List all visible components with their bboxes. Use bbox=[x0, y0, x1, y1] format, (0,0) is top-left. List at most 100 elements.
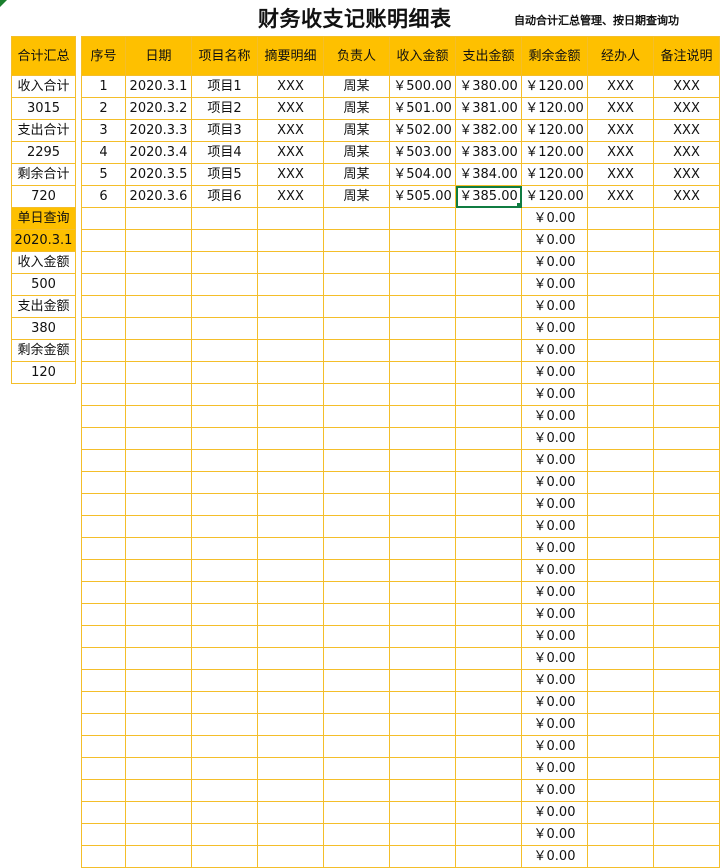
handler-cell[interactable] bbox=[588, 758, 654, 780]
person-in-charge-cell[interactable] bbox=[324, 714, 390, 736]
remarks-cell[interactable] bbox=[654, 692, 720, 714]
remarks-cell[interactable]: XXX bbox=[654, 76, 720, 98]
remarks-cell[interactable]: XXX bbox=[654, 164, 720, 186]
handler-cell[interactable] bbox=[588, 714, 654, 736]
balance-amount-cell[interactable]: ￥0.00 bbox=[522, 252, 588, 274]
person-in-charge-cell[interactable] bbox=[324, 692, 390, 714]
handler-cell[interactable] bbox=[588, 208, 654, 230]
header-balance-amount[interactable]: 剩余金额 bbox=[522, 36, 588, 76]
remarks-cell[interactable] bbox=[654, 340, 720, 362]
date-cell[interactable] bbox=[126, 692, 192, 714]
person-in-charge-cell[interactable]: 周某 bbox=[324, 120, 390, 142]
balance-amount-cell[interactable]: ￥0.00 bbox=[522, 428, 588, 450]
date-cell[interactable] bbox=[126, 582, 192, 604]
expense-amount-cell[interactable] bbox=[456, 362, 522, 384]
project-name-cell[interactable] bbox=[192, 802, 258, 824]
serial-cell[interactable] bbox=[81, 780, 126, 802]
serial-cell[interactable] bbox=[81, 714, 126, 736]
income-amount-cell[interactable] bbox=[390, 824, 456, 846]
person-in-charge-cell[interactable]: 周某 bbox=[324, 76, 390, 98]
balance-amount-cell[interactable]: ￥0.00 bbox=[522, 274, 588, 296]
summary-detail-cell[interactable] bbox=[258, 230, 324, 252]
header-project-name[interactable]: 项目名称 bbox=[192, 36, 258, 76]
date-cell[interactable] bbox=[126, 670, 192, 692]
summary-detail-cell[interactable] bbox=[258, 758, 324, 780]
expense-amount-cell[interactable] bbox=[456, 802, 522, 824]
expense-amount-cell[interactable] bbox=[456, 560, 522, 582]
balance-total-value[interactable]: 720 bbox=[11, 186, 76, 208]
serial-cell[interactable]: 5 bbox=[81, 164, 126, 186]
summary-detail-cell[interactable] bbox=[258, 582, 324, 604]
income-amount-cell[interactable]: ￥505.00 bbox=[390, 186, 456, 208]
balance-amount-cell[interactable]: ￥0.00 bbox=[522, 780, 588, 802]
income-amount-cell[interactable] bbox=[390, 208, 456, 230]
remarks-cell[interactable] bbox=[654, 318, 720, 340]
remarks-cell[interactable] bbox=[654, 582, 720, 604]
handler-cell[interactable] bbox=[588, 340, 654, 362]
expense-total-label[interactable]: 支出合计 bbox=[11, 120, 76, 142]
summary-detail-cell[interactable] bbox=[258, 538, 324, 560]
date-cell[interactable] bbox=[126, 406, 192, 428]
remarks-cell[interactable] bbox=[654, 758, 720, 780]
income-amount-cell[interactable] bbox=[390, 604, 456, 626]
balance-amount-cell[interactable]: ￥0.00 bbox=[522, 516, 588, 538]
summary-detail-cell[interactable] bbox=[258, 626, 324, 648]
expense-amount-cell[interactable] bbox=[456, 648, 522, 670]
header-person-in-charge[interactable]: 负责人 bbox=[324, 36, 390, 76]
serial-cell[interactable] bbox=[81, 560, 126, 582]
balance-total-label[interactable]: 剩余合计 bbox=[11, 164, 76, 186]
remarks-cell[interactable] bbox=[654, 802, 720, 824]
income-amount-cell[interactable] bbox=[390, 648, 456, 670]
project-name-cell[interactable] bbox=[192, 362, 258, 384]
person-in-charge-cell[interactable] bbox=[324, 560, 390, 582]
summary-detail-cell[interactable] bbox=[258, 384, 324, 406]
handler-cell[interactable] bbox=[588, 670, 654, 692]
date-cell[interactable] bbox=[126, 758, 192, 780]
date-cell[interactable] bbox=[126, 494, 192, 516]
handler-cell[interactable] bbox=[588, 604, 654, 626]
handler-cell[interactable] bbox=[588, 296, 654, 318]
project-name-cell[interactable] bbox=[192, 450, 258, 472]
person-in-charge-cell[interactable] bbox=[324, 582, 390, 604]
project-name-cell[interactable]: 项目4 bbox=[192, 142, 258, 164]
summary-detail-cell[interactable] bbox=[258, 846, 324, 868]
expense-amount-cell[interactable] bbox=[456, 296, 522, 318]
person-in-charge-cell[interactable]: 周某 bbox=[324, 98, 390, 120]
serial-cell[interactable] bbox=[81, 604, 126, 626]
date-cell[interactable] bbox=[126, 230, 192, 252]
summary-detail-cell[interactable] bbox=[258, 406, 324, 428]
date-cell[interactable] bbox=[126, 384, 192, 406]
summary-detail-cell[interactable] bbox=[258, 494, 324, 516]
project-name-cell[interactable] bbox=[192, 626, 258, 648]
handler-cell[interactable]: XXX bbox=[588, 76, 654, 98]
serial-cell[interactable] bbox=[81, 450, 126, 472]
person-in-charge-cell[interactable] bbox=[324, 274, 390, 296]
date-cell[interactable] bbox=[126, 538, 192, 560]
project-name-cell[interactable] bbox=[192, 318, 258, 340]
expense-amount-cell[interactable] bbox=[456, 516, 522, 538]
remarks-cell[interactable]: XXX bbox=[654, 186, 720, 208]
summary-detail-cell[interactable]: XXX bbox=[258, 186, 324, 208]
expense-amount-cell[interactable] bbox=[456, 626, 522, 648]
income-amount-cell[interactable] bbox=[390, 362, 456, 384]
serial-cell[interactable] bbox=[81, 428, 126, 450]
serial-cell[interactable] bbox=[81, 626, 126, 648]
remarks-cell[interactable] bbox=[654, 670, 720, 692]
balance-amount-cell[interactable]: ￥0.00 bbox=[522, 296, 588, 318]
balance-amount-cell[interactable]: ￥0.00 bbox=[522, 494, 588, 516]
person-in-charge-cell[interactable] bbox=[324, 626, 390, 648]
header-summary-detail[interactable]: 摘要明细 bbox=[258, 36, 324, 76]
project-name-cell[interactable] bbox=[192, 406, 258, 428]
handler-cell[interactable] bbox=[588, 516, 654, 538]
balance-amount-cell[interactable]: ￥120.00 bbox=[522, 186, 588, 208]
handler-cell[interactable] bbox=[588, 384, 654, 406]
date-cell[interactable] bbox=[126, 252, 192, 274]
summary-detail-cell[interactable] bbox=[258, 340, 324, 362]
balance-amount-cell[interactable]: ￥0.00 bbox=[522, 846, 588, 868]
person-in-charge-cell[interactable] bbox=[324, 230, 390, 252]
daily-balance-label[interactable]: 剩余金额 bbox=[11, 340, 76, 362]
serial-cell[interactable] bbox=[81, 362, 126, 384]
income-amount-cell[interactable] bbox=[390, 560, 456, 582]
handler-cell[interactable] bbox=[588, 450, 654, 472]
person-in-charge-cell[interactable] bbox=[324, 428, 390, 450]
